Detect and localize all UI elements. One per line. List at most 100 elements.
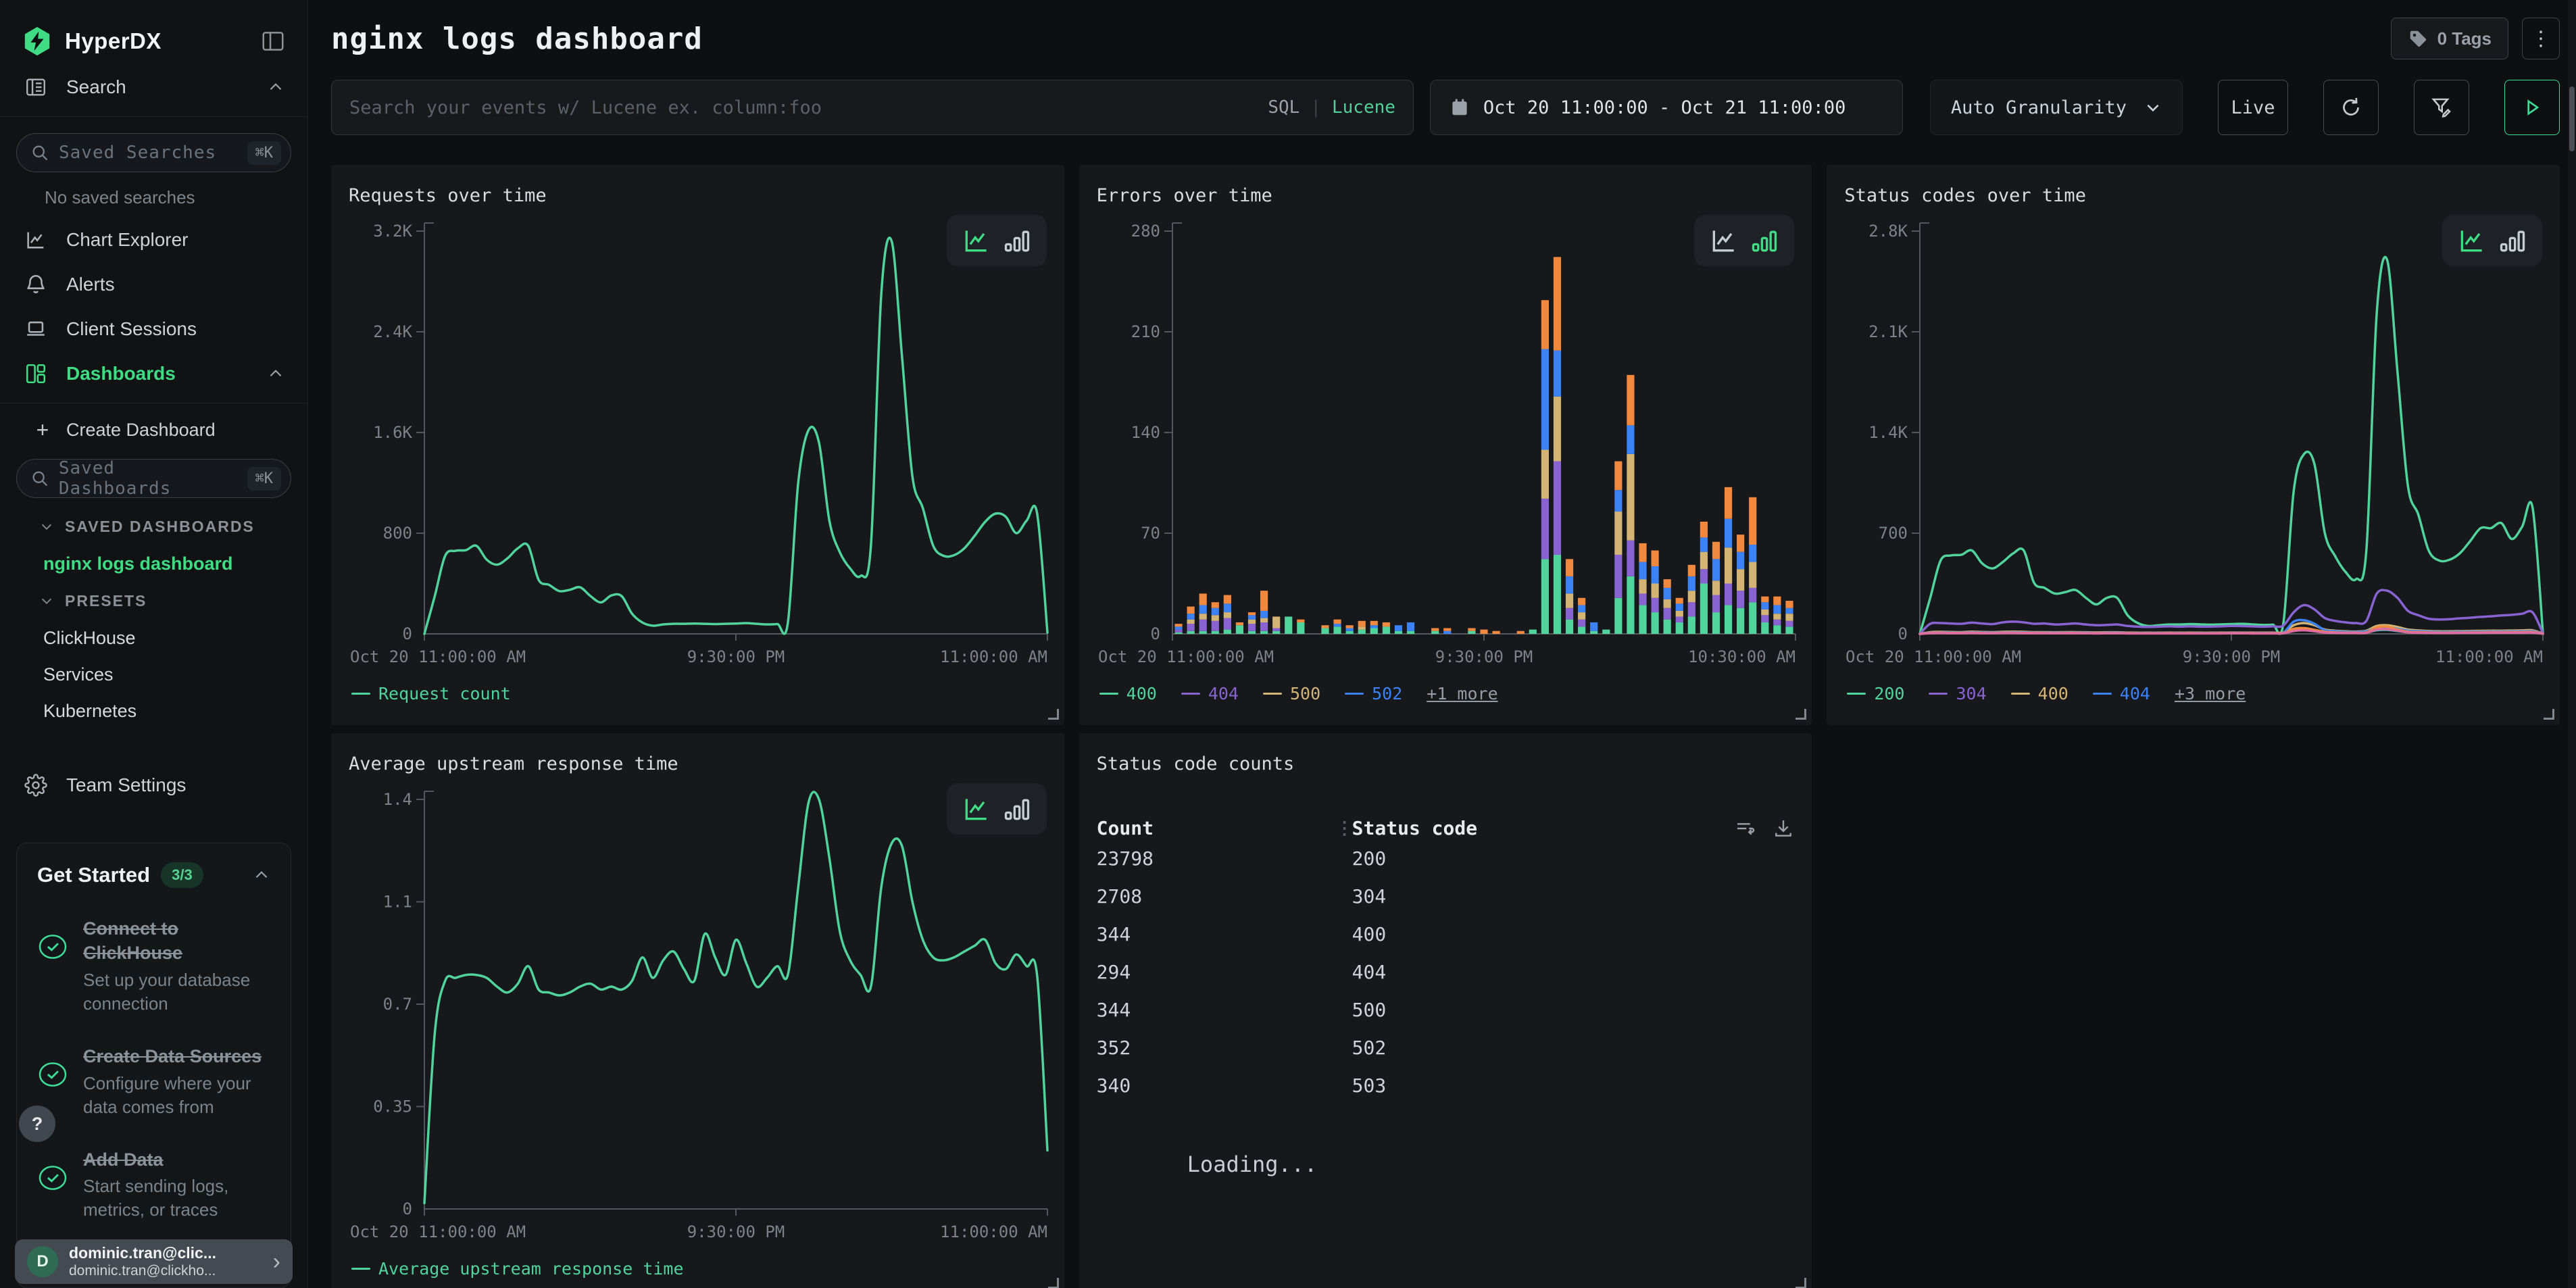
panel-avg-upstream-response-time: Average upstream response time 00.350.71… bbox=[331, 733, 1064, 1288]
sidebar-item-team-settings[interactable]: Team Settings bbox=[0, 763, 307, 808]
create-dashboard-button[interactable]: + Create Dashboard bbox=[0, 410, 307, 449]
download-csv-icon[interactable] bbox=[1773, 818, 1794, 839]
legend-item[interactable]: 404 bbox=[1181, 684, 1239, 703]
requests-chart[interactable]: 08001.6K2.4K3.2KOct 20 11:00:00 AM9:30:0… bbox=[349, 211, 1053, 677]
presets-group-header[interactable]: PRESETS bbox=[0, 582, 307, 620]
chevron-up-icon[interactable] bbox=[253, 866, 270, 884]
sidebar-item-search[interactable]: Search bbox=[0, 65, 307, 109]
get-started-progress-badge: 3/3 bbox=[161, 862, 203, 888]
panel-resize-handle[interactable] bbox=[1795, 709, 1806, 720]
sidebar-item-alerts[interactable]: Alerts bbox=[0, 262, 307, 307]
legend-label: Average upstream response time bbox=[378, 1259, 684, 1279]
status-code-cell: 502 bbox=[1352, 1037, 1387, 1059]
legend-item[interactable]: 400 bbox=[1099, 684, 1157, 703]
sidebar-item-label: Search bbox=[66, 76, 126, 98]
legend-label: 400 bbox=[1126, 684, 1157, 703]
legend-item[interactable]: 400 bbox=[2011, 684, 2069, 703]
column-header-status-code[interactable]: Status code bbox=[1352, 817, 1735, 839]
saved-dashboards-group-header[interactable]: SAVED DASHBOARDS bbox=[0, 507, 307, 545]
legend-item[interactable]: Request count bbox=[351, 684, 511, 703]
line-chart-toggle[interactable] bbox=[2457, 226, 2487, 255]
errors-chart[interactable]: 070140210280Oct 20 11:00:00 AM9:30:00 PM… bbox=[1097, 211, 1801, 677]
get-started-step-add-data[interactable]: Add Data Start sending logs, metrics, or… bbox=[37, 1147, 270, 1222]
help-button[interactable]: ? bbox=[19, 1106, 55, 1142]
user-menu[interactable]: D dominic.tran@clic... dominic.tran@clic… bbox=[15, 1239, 293, 1284]
column-header-count[interactable]: Count bbox=[1097, 817, 1336, 839]
status-code-cell: 503 bbox=[1352, 1074, 1387, 1097]
panel-resize-handle[interactable] bbox=[1048, 1278, 1059, 1288]
bar-chart-toggle[interactable] bbox=[1002, 794, 1032, 824]
get-started-step-data-sources[interactable]: Create Data Sources Configure where your… bbox=[37, 1044, 270, 1119]
main-content: nginx logs dashboard 0 Tags ⋮ Search you… bbox=[308, 0, 2576, 1288]
filter-button[interactable] bbox=[2414, 80, 2469, 135]
bar-chart-toggle[interactable] bbox=[1750, 226, 1779, 255]
table-row[interactable]: 352502 bbox=[1097, 1029, 1795, 1066]
get-started-step-connect[interactable]: Connect to ClickHouse Set up your databa… bbox=[37, 916, 270, 1016]
run-query-button[interactable] bbox=[2504, 80, 2560, 135]
svg-text:9:30:00 PM: 9:30:00 PM bbox=[687, 647, 785, 666]
legend-item[interactable]: 404 bbox=[2093, 684, 2150, 703]
chevron-up-icon[interactable] bbox=[267, 365, 284, 382]
date-range-button[interactable]: Oct 20 11:00:00 - Oct 21 11:00:00 bbox=[1430, 80, 1903, 135]
legend-more-link[interactable]: +3 more bbox=[2175, 684, 2246, 703]
line-chart-toggle[interactable] bbox=[1709, 226, 1739, 255]
scrollbar-thumb[interactable] bbox=[2569, 86, 2575, 151]
sidebar-item-client-sessions[interactable]: Client Sessions bbox=[0, 307, 307, 351]
legend-item[interactable]: 200 bbox=[1847, 684, 1904, 703]
sidebar-item-dashboards[interactable]: Dashboards bbox=[0, 351, 307, 396]
upstream-response-chart[interactable]: 00.350.71.11.4Oct 20 11:00:00 AM9:30:00 … bbox=[349, 779, 1053, 1252]
table-row[interactable]: 2708304 bbox=[1097, 877, 1795, 915]
table-row[interactable]: 294404 bbox=[1097, 953, 1795, 991]
tags-button[interactable]: 0 Tags bbox=[2391, 18, 2508, 59]
panel-resize-handle[interactable] bbox=[1048, 709, 1059, 720]
table-row[interactable]: 344500 bbox=[1097, 991, 1795, 1029]
preset-clickhouse[interactable]: ClickHouse bbox=[0, 620, 307, 656]
bar-chart-toggle[interactable] bbox=[1002, 226, 1032, 255]
bar-chart-toggle[interactable] bbox=[2498, 226, 2527, 255]
event-search-input[interactable]: Search your events w/ Lucene ex. column:… bbox=[331, 80, 1414, 135]
table-row[interactable]: 344400 bbox=[1097, 915, 1795, 953]
preset-services[interactable]: Services bbox=[0, 656, 307, 693]
legend-label: 404 bbox=[2120, 684, 2150, 703]
legend-item[interactable]: 502 bbox=[1345, 684, 1402, 703]
count-cell: 294 bbox=[1097, 961, 1352, 983]
table-row[interactable]: 23798200 bbox=[1097, 839, 1795, 877]
chevron-down-icon bbox=[39, 593, 54, 608]
legend-swatch bbox=[1847, 693, 1866, 695]
panel-resize-handle[interactable] bbox=[2544, 709, 2554, 720]
status-code-cell: 500 bbox=[1352, 999, 1387, 1021]
chart-type-toggle bbox=[2442, 215, 2542, 266]
legend-item[interactable]: 500 bbox=[1263, 684, 1320, 703]
page-scrollbar[interactable] bbox=[2568, 0, 2576, 1288]
svg-text:1.6K: 1.6K bbox=[373, 423, 412, 442]
legend-item[interactable]: Average upstream response time bbox=[351, 1259, 684, 1279]
more-options-button[interactable]: ⋮ bbox=[2522, 18, 2560, 59]
sql-mode-button[interactable]: SQL bbox=[1268, 97, 1299, 118]
collapse-sidebar-icon[interactable] bbox=[260, 28, 286, 54]
chart-title: Status codes over time bbox=[1844, 180, 2542, 211]
play-icon bbox=[2521, 97, 2543, 118]
line-chart-toggle[interactable] bbox=[962, 794, 991, 824]
saved-dashboards-input[interactable]: Saved Dashboards ⌘K bbox=[16, 459, 291, 498]
panel-resize-handle[interactable] bbox=[1795, 1278, 1806, 1288]
line-chart-toggle[interactable] bbox=[962, 226, 991, 255]
preset-kubernetes[interactable]: Kubernetes bbox=[0, 693, 307, 729]
refresh-button[interactable] bbox=[2323, 80, 2379, 135]
svg-text:2.1K: 2.1K bbox=[1869, 322, 1908, 341]
sidebar-item-label: Dashboards bbox=[66, 363, 176, 385]
legend-item[interactable]: 304 bbox=[1929, 684, 1986, 703]
legend-more-link[interactable]: +1 more bbox=[1427, 684, 1497, 703]
saved-dashboard-nginx-logs[interactable]: nginx logs dashboard bbox=[0, 545, 307, 582]
lucene-mode-button[interactable]: Lucene bbox=[1332, 97, 1395, 118]
page-header: nginx logs dashboard 0 Tags ⋮ bbox=[331, 18, 2560, 59]
chevron-up-icon[interactable] bbox=[267, 78, 284, 96]
table-row[interactable]: 340503 bbox=[1097, 1066, 1795, 1104]
live-button[interactable]: Live bbox=[2218, 80, 2288, 135]
saved-searches-input[interactable]: Saved Searches ⌘K bbox=[16, 133, 291, 172]
table-options-icon[interactable] bbox=[1735, 818, 1756, 839]
sidebar-item-chart-explorer[interactable]: Chart Explorer bbox=[0, 218, 307, 262]
empty-grid-cell bbox=[1827, 733, 2560, 1288]
column-resize-handle[interactable]: ⋮ bbox=[1336, 818, 1352, 839]
granularity-select[interactable]: Auto Granularity bbox=[1930, 80, 2183, 135]
status-codes-chart[interactable]: 07001.4K2.1K2.8KOct 20 11:00:00 AM9:30:0… bbox=[1844, 211, 2548, 677]
